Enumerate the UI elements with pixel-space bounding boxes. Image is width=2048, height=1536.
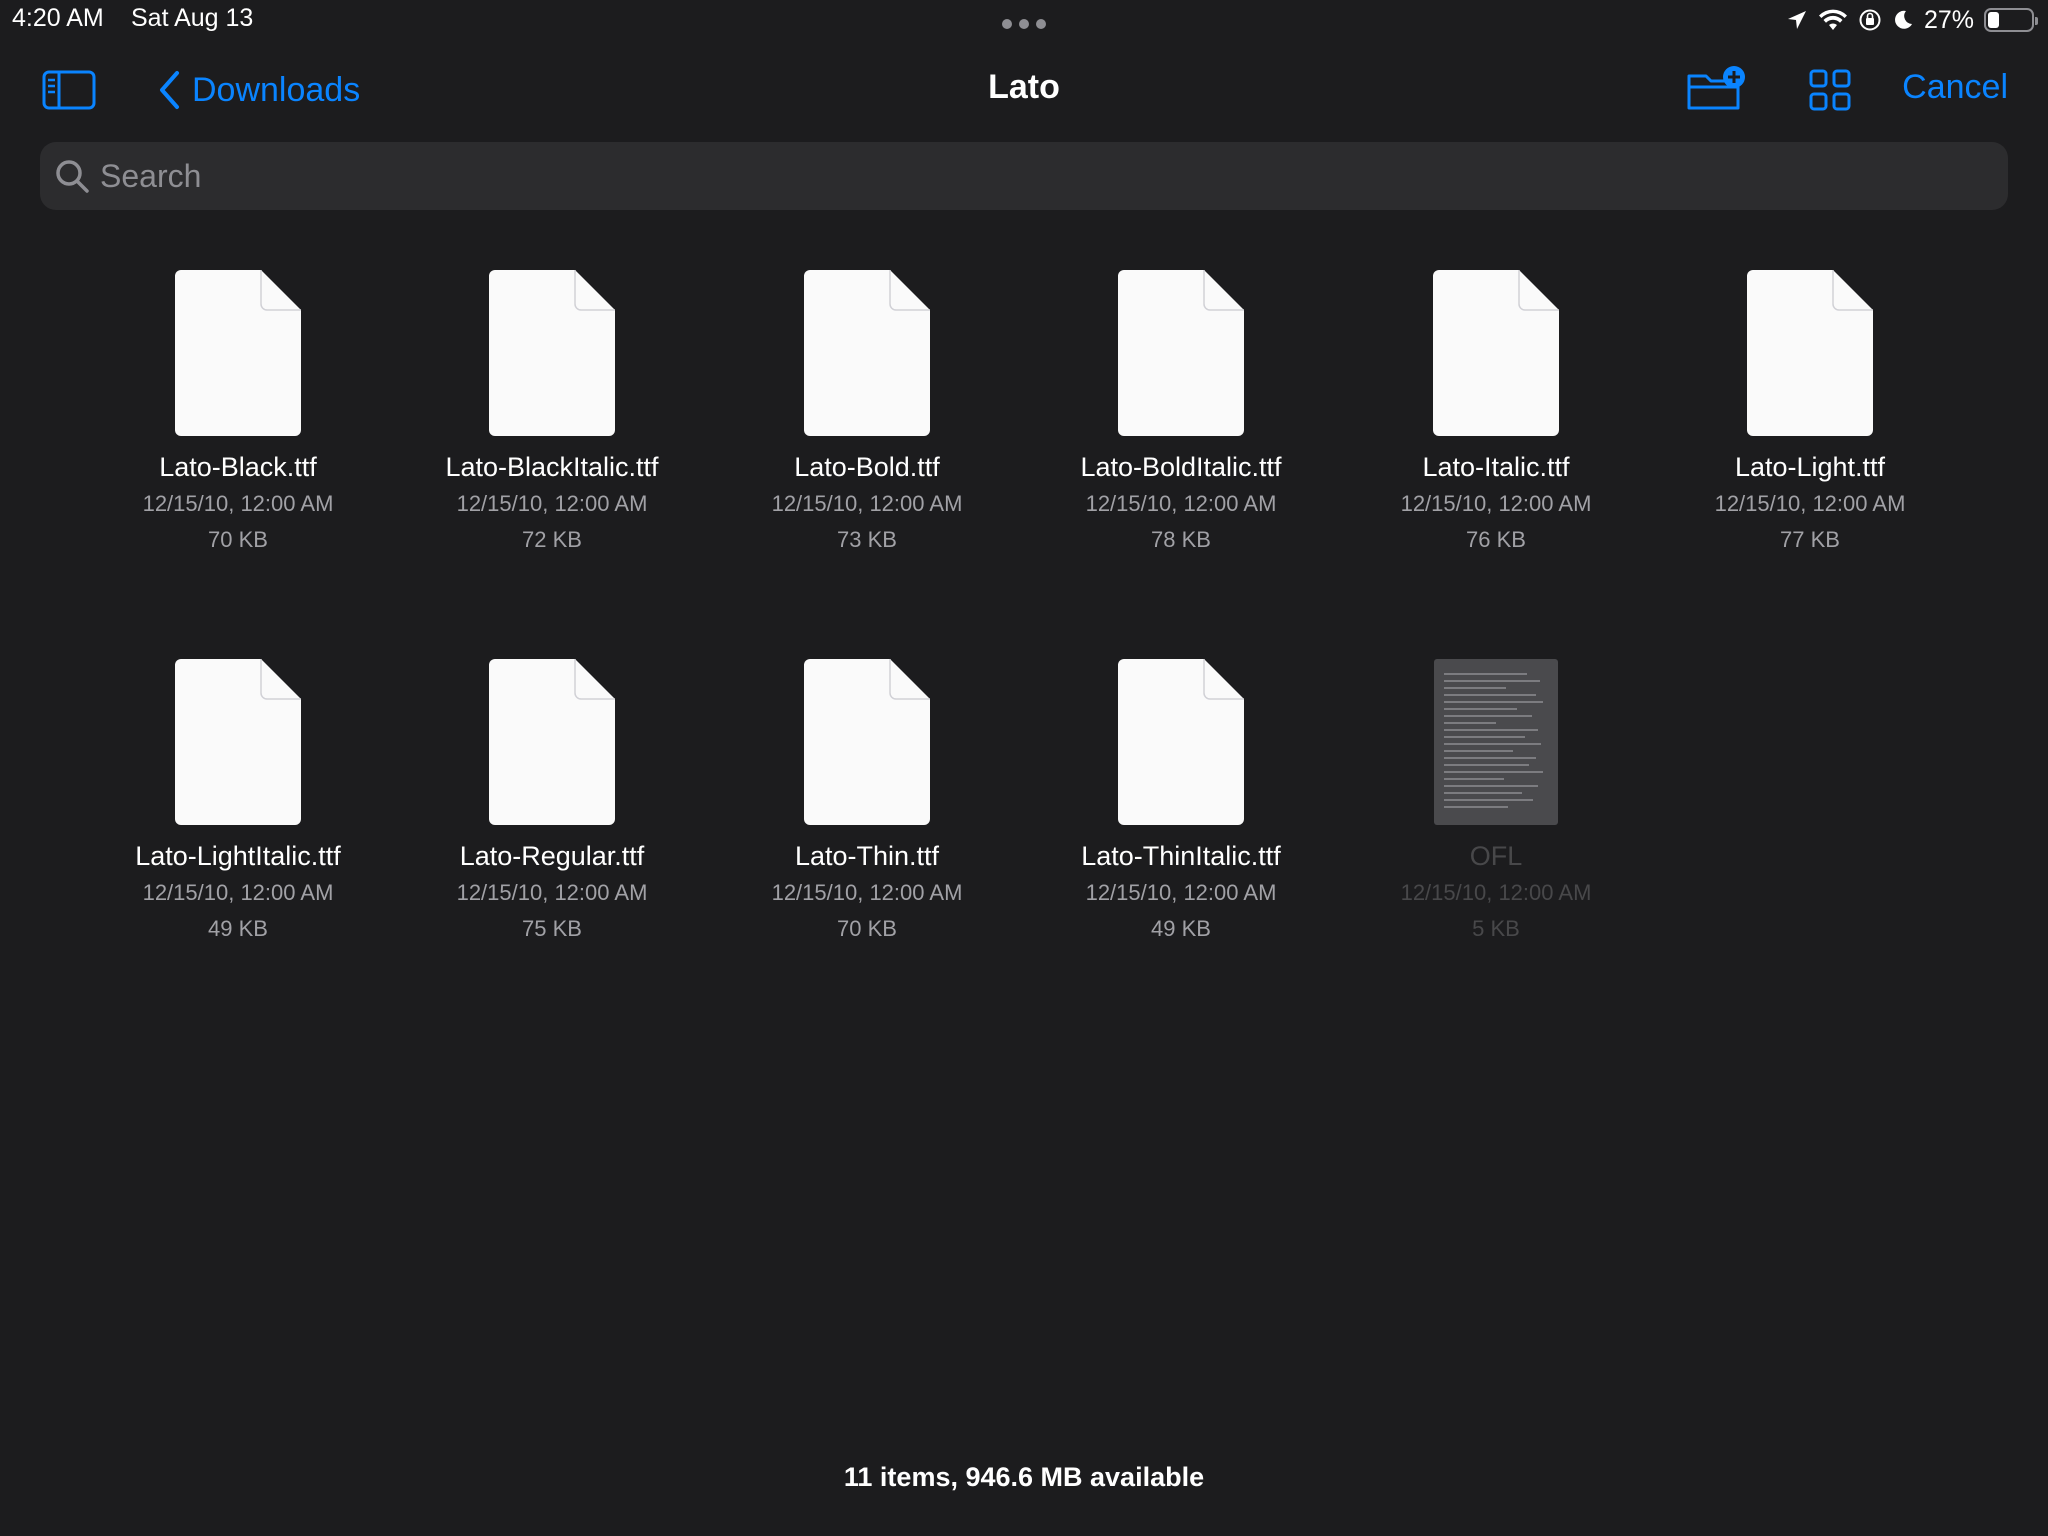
file-size: 49 KB <box>88 916 388 942</box>
battery-icon <box>1984 8 2034 32</box>
document-icon <box>804 270 930 436</box>
status-bar: 4:20 AM Sat Aug 13 27% <box>0 0 2048 40</box>
status-date: Sat Aug 13 <box>131 4 253 33</box>
document-icon <box>489 270 615 436</box>
document-icon <box>175 659 301 825</box>
file-name: Lato-Black.ttf <box>88 452 388 483</box>
file-date: 12/15/10, 12:00 AM <box>717 491 1017 517</box>
file-date: 12/15/10, 12:00 AM <box>717 880 1017 906</box>
file-name: Lato-Regular.ttf <box>402 841 702 872</box>
file-date: 12/15/10, 12:00 AM <box>1346 880 1646 906</box>
document-icon <box>804 659 930 825</box>
search-input[interactable] <box>100 142 1980 210</box>
file-item-lato-thinitalic[interactable]: Lato-ThinItalic.ttf 12/15/10, 12:00 AM 4… <box>1031 659 1331 942</box>
grid-view-icon[interactable] <box>1808 68 1852 112</box>
search-bar[interactable] <box>40 142 2008 210</box>
file-item-lato-lightitalic[interactable]: Lato-LightItalic.ttf 12/15/10, 12:00 AM … <box>88 659 388 942</box>
file-date: 12/15/10, 12:00 AM <box>1031 880 1331 906</box>
file-size: 78 KB <box>1031 527 1331 553</box>
file-size: 5 KB <box>1346 916 1646 942</box>
file-date: 12/15/10, 12:00 AM <box>402 491 702 517</box>
file-item-lato-blackitalic[interactable]: Lato-BlackItalic.ttf 12/15/10, 12:00 AM … <box>402 270 702 553</box>
file-size: 72 KB <box>402 527 702 553</box>
file-item-lato-bolditalic[interactable]: Lato-BoldItalic.ttf 12/15/10, 12:00 AM 7… <box>1031 270 1331 553</box>
search-icon <box>54 158 90 194</box>
text-document-thumbnail <box>1434 659 1558 825</box>
location-arrow-icon <box>1786 9 1808 31</box>
file-size: 70 KB <box>88 527 388 553</box>
file-name: Lato-BoldItalic.ttf <box>1031 452 1331 483</box>
files-browser-screen: 4:20 AM Sat Aug 13 27% <box>0 0 2048 1536</box>
file-item-lato-bold[interactable]: Lato-Bold.ttf 12/15/10, 12:00 AM 73 KB <box>717 270 1017 553</box>
navigation-bar: Downloads Lato Cancel <box>0 56 2048 124</box>
document-icon <box>489 659 615 825</box>
file-date: 12/15/10, 12:00 AM <box>1346 491 1646 517</box>
file-item-lato-black[interactable]: Lato-Black.ttf 12/15/10, 12:00 AM 70 KB <box>88 270 388 553</box>
file-size: 75 KB <box>402 916 702 942</box>
file-date: 12/15/10, 12:00 AM <box>1660 491 1960 517</box>
file-size: 49 KB <box>1031 916 1331 942</box>
document-icon <box>175 270 301 436</box>
document-icon <box>1118 659 1244 825</box>
file-name: Lato-ThinItalic.ttf <box>1031 841 1331 872</box>
status-time: 4:20 AM <box>12 4 104 33</box>
file-name: Lato-BlackItalic.ttf <box>402 452 702 483</box>
battery-level-fill <box>1988 12 1999 28</box>
items-available-summary: 11 items, 946.6 MB available <box>0 1462 2048 1493</box>
file-item-lato-thin[interactable]: Lato-Thin.ttf 12/15/10, 12:00 AM 70 KB <box>717 659 1017 942</box>
multitasking-dots-icon[interactable] <box>1001 18 1047 30</box>
file-size: 77 KB <box>1660 527 1960 553</box>
file-size: 73 KB <box>717 527 1017 553</box>
file-size: 76 KB <box>1346 527 1646 553</box>
orientation-lock-icon <box>1858 8 1882 32</box>
file-name: OFL <box>1346 841 1646 872</box>
document-icon <box>1118 270 1244 436</box>
file-name: Lato-Thin.ttf <box>717 841 1017 872</box>
file-date: 12/15/10, 12:00 AM <box>1031 491 1331 517</box>
document-icon <box>1433 270 1559 436</box>
new-folder-icon[interactable] <box>1686 64 1748 112</box>
file-name: Lato-Italic.ttf <box>1346 452 1646 483</box>
file-date: 12/15/10, 12:00 AM <box>402 880 702 906</box>
file-date: 12/15/10, 12:00 AM <box>88 880 388 906</box>
file-item-lato-regular[interactable]: Lato-Regular.ttf 12/15/10, 12:00 AM 75 K… <box>402 659 702 942</box>
status-indicators: 27% <box>1786 4 2034 36</box>
do-not-disturb-moon-icon <box>1892 9 1914 31</box>
file-size: 70 KB <box>717 916 1017 942</box>
file-date: 12/15/10, 12:00 AM <box>88 491 388 517</box>
file-name: Lato-Light.ttf <box>1660 452 1960 483</box>
file-name: Lato-Bold.ttf <box>717 452 1017 483</box>
file-item-ofl: OFL 12/15/10, 12:00 AM 5 KB <box>1346 659 1646 942</box>
file-item-lato-light[interactable]: Lato-Light.ttf 12/15/10, 12:00 AM 77 KB <box>1660 270 1960 553</box>
wifi-icon <box>1818 8 1848 32</box>
cancel-button[interactable]: Cancel <box>1902 68 2008 107</box>
file-name: Lato-LightItalic.ttf <box>88 841 388 872</box>
document-icon <box>1747 270 1873 436</box>
file-item-lato-italic[interactable]: Lato-Italic.ttf 12/15/10, 12:00 AM 76 KB <box>1346 270 1646 553</box>
battery-percentage: 27% <box>1924 6 1974 35</box>
